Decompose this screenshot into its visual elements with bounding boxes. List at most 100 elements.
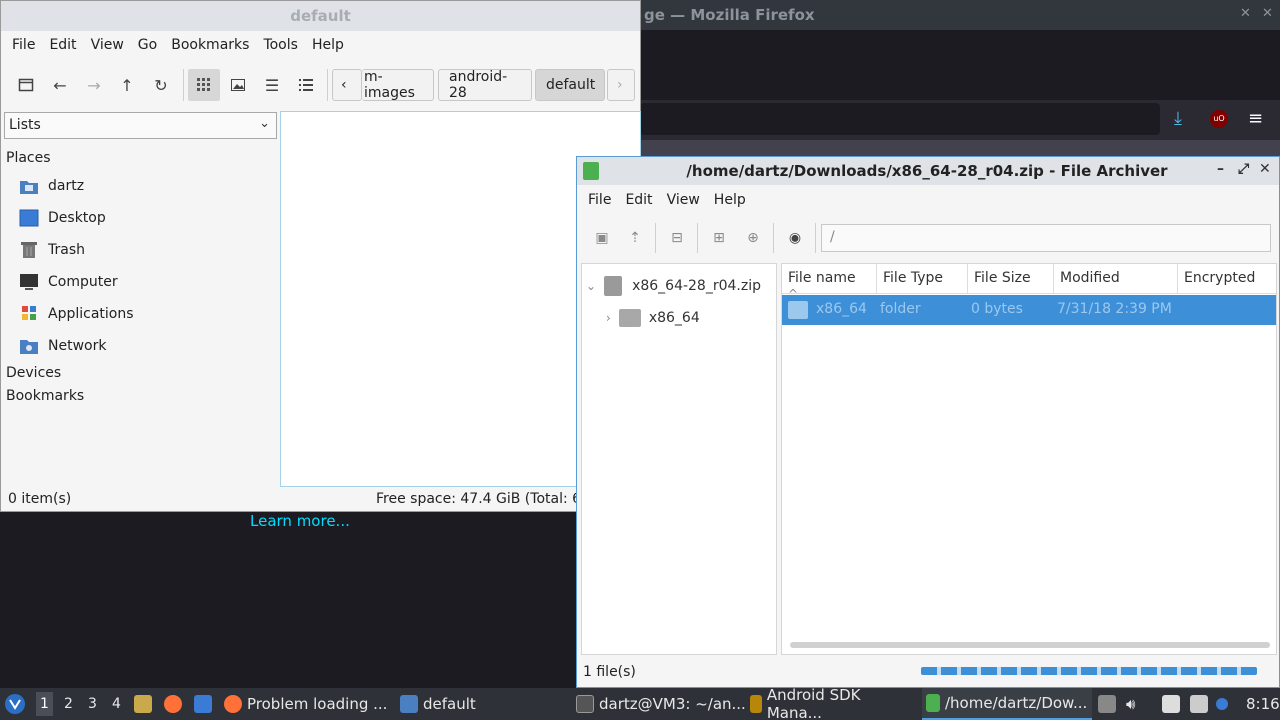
menu-help[interactable]: Help [305, 31, 351, 61]
back-icon[interactable]: ← [44, 69, 76, 101]
progress-bar [921, 667, 1257, 675]
bookmarks-header[interactable]: Bookmarks [6, 388, 84, 404]
menu-help[interactable]: Help [707, 186, 753, 216]
file-archiver-window: /home/dartz/Downloads/x86_64-28_r04.zip … [576, 156, 1280, 688]
file-manager-title: default [1, 1, 640, 31]
menu-go[interactable]: Go [131, 31, 164, 61]
menu-view[interactable]: View [660, 186, 707, 216]
menu-bookmarks[interactable]: Bookmarks [164, 31, 256, 61]
desktop-icon [19, 209, 39, 227]
compact-view-icon[interactable]: ☰ [256, 69, 288, 101]
devices-header[interactable]: Devices [6, 365, 61, 381]
breadcrumb-item[interactable]: m-images [362, 69, 434, 101]
add-files-icon[interactable]: ⊞ [708, 227, 730, 249]
places-header[interactable]: Places [6, 150, 51, 166]
task-label: dartz@VM3: ~/an... [599, 695, 746, 713]
firefox-restore-icon[interactable]: ✕ [1240, 6, 1251, 21]
task-terminal[interactable]: dartz@VM3: ~/an... [576, 688, 746, 720]
folder-icon [618, 309, 641, 327]
extract-icon[interactable]: ⇡ [624, 227, 646, 249]
cell-name: x86_64 [816, 301, 867, 317]
reload-icon[interactable]: ↻ [145, 69, 177, 101]
workspace-2[interactable]: 2 [64, 696, 73, 712]
learn-more-link[interactable]: Learn more... [250, 512, 350, 530]
minimize-icon[interactable]: – [1217, 161, 1224, 177]
forward-icon[interactable]: → [78, 69, 110, 101]
menu-edit[interactable]: Edit [42, 31, 83, 61]
place-item-trash[interactable]: Trash [19, 236, 85, 264]
table-row[interactable]: x86_64 folder 0 bytes 7/31/18 2:39 PM [782, 295, 1276, 325]
place-label: dartz [48, 178, 85, 194]
place-item-computer[interactable]: Computer [19, 268, 118, 296]
add-folder-icon[interactable]: ⊕ [742, 227, 764, 249]
location-input[interactable]: / [821, 224, 1271, 252]
task-android-sdk[interactable]: Android SDK Mana... [750, 686, 918, 720]
archive-tree: ⌄ x86_64-28_r04.zip › x86_64 [581, 263, 777, 655]
column-file-type[interactable]: File Type [877, 264, 968, 294]
breadcrumb-left-arrow[interactable]: ‹ [332, 69, 362, 101]
new-archive-icon[interactable]: ▣ [591, 227, 613, 249]
files-launcher-icon[interactable] [134, 688, 157, 720]
breadcrumb-item[interactable]: android-28 [438, 69, 532, 101]
eject-icon[interactable] [1098, 688, 1121, 720]
desktop-launcher-icon[interactable] [194, 688, 217, 720]
maximize-icon[interactable]: ⤢ [1238, 161, 1249, 177]
menu-view[interactable]: View [84, 31, 131, 61]
menu-file[interactable]: File [581, 186, 618, 216]
column-file-size[interactable]: File Size [968, 264, 1054, 294]
archive-properties-icon[interactable]: ⊟ [666, 227, 688, 249]
clipboard-icon[interactable] [1162, 688, 1185, 720]
task-file-archiver[interactable]: /home/dartz/Dow... [922, 688, 1092, 720]
firefox-url-bar[interactable] [640, 103, 1160, 135]
ublock-icon[interactable]: uO [1210, 110, 1228, 128]
download-icon[interactable]: ⤓ [1174, 108, 1194, 129]
tree-item-folder[interactable]: › x86_64 [606, 304, 700, 332]
menu-file[interactable]: File [5, 31, 42, 61]
workspace-4[interactable]: 4 [112, 696, 121, 712]
network-status-icon[interactable] [1190, 688, 1213, 720]
stop-icon[interactable]: ◉ [784, 227, 806, 249]
tree-item-archive[interactable]: ⌄ x86_64-28_r04.zip [586, 272, 761, 300]
task-label: Problem loading ... [247, 695, 388, 713]
chevron-down-icon[interactable]: ⌄ [586, 279, 596, 293]
breadcrumb-current[interactable]: default [535, 69, 605, 101]
clock[interactable]: 8:16 [1246, 688, 1280, 720]
workspace-1[interactable]: 1 [36, 692, 53, 716]
thumbnail-view-icon[interactable] [222, 69, 254, 101]
new-tab-icon[interactable] [10, 69, 42, 101]
task-label: default [423, 695, 476, 713]
firefox-launcher-icon[interactable] [164, 688, 187, 720]
folder-icon [400, 695, 418, 713]
column-encrypted[interactable]: Encrypted [1178, 264, 1276, 294]
task-firefox[interactable]: Problem loading ... [224, 688, 390, 720]
side-pane-mode-select[interactable]: Lists ⌄ [4, 112, 277, 139]
column-modified[interactable]: Modified [1054, 264, 1178, 294]
item-count: 0 item(s) [8, 491, 72, 507]
chevron-down-icon: ⌄ [259, 116, 270, 131]
place-item-network[interactable]: Network [19, 332, 106, 360]
chevron-right-icon[interactable]: › [606, 311, 611, 325]
update-notifier-icon[interactable] [1216, 688, 1233, 720]
place-item-applications[interactable]: Applications [19, 300, 134, 328]
column-file-name[interactable]: File name ^ [782, 264, 877, 301]
place-item-desktop[interactable]: Desktop [19, 204, 106, 232]
close-icon[interactable]: ✕ [1259, 161, 1271, 177]
breadcrumb-right-arrow[interactable]: › [607, 69, 635, 101]
archive-icon [926, 694, 940, 712]
start-menu-icon[interactable] [4, 688, 26, 720]
detail-view-icon[interactable] [290, 69, 322, 101]
firefox-close-icon[interactable]: ✕ [1262, 6, 1273, 21]
icon-view-icon[interactable] [188, 69, 220, 101]
workspace-3[interactable]: 3 [88, 696, 97, 712]
file-archiver-menubar: File Edit View Help [577, 186, 753, 216]
volume-icon[interactable]: 🔊︎ [1126, 688, 1135, 720]
hamburger-menu-icon[interactable]: ≡ [1248, 108, 1263, 129]
place-label: Computer [48, 274, 118, 290]
zip-file-icon [604, 276, 623, 296]
menu-tools[interactable]: Tools [256, 31, 305, 61]
up-icon[interactable]: ↑ [111, 69, 143, 101]
place-item-home[interactable]: dartz [19, 172, 84, 200]
menu-edit[interactable]: Edit [618, 186, 659, 216]
horizontal-scrollbar[interactable] [790, 642, 1270, 648]
task-file-manager[interactable]: default [400, 688, 570, 720]
